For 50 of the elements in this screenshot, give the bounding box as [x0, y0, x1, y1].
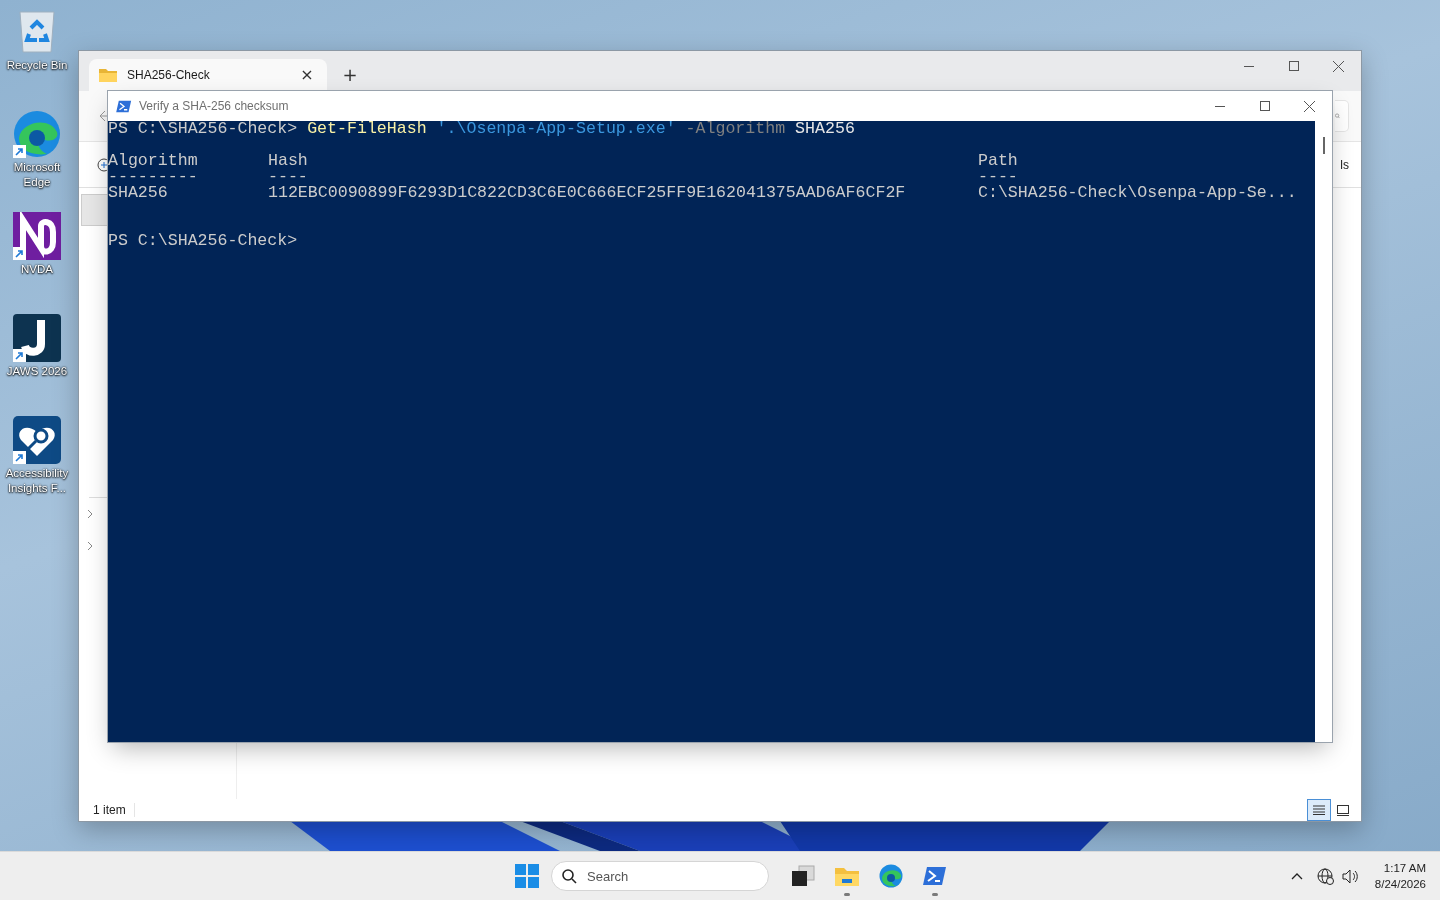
minimize-icon	[1214, 105, 1225, 107]
close-icon	[1333, 60, 1344, 72]
command-line: PS C:\SHA256-Check> Get-FileHash '.\Osenpa-App-Setup.exe' -Algorithm SHA256	[108, 121, 856, 137]
close-icon	[1304, 100, 1315, 112]
speaker-icon[interactable]	[1341, 868, 1359, 884]
maximize-icon	[1288, 61, 1299, 71]
header-underline: ----	[268, 169, 309, 185]
tab-close-button[interactable]: ×	[297, 65, 317, 85]
window-title: Verify a SHA-256 checksum	[139, 99, 289, 113]
taskbar-search-field[interactable]: Search	[587, 868, 737, 884]
taskbar-search-bar[interactable]: Search	[551, 861, 769, 891]
prompt: PS C:\SHA256-Check>	[108, 233, 299, 249]
heart-magnifier-icon	[13, 416, 61, 464]
maximize-icon	[1259, 101, 1270, 111]
item-count: 1 item	[93, 803, 135, 817]
task-view-icon	[791, 865, 815, 887]
new-tab-button[interactable]: +	[335, 59, 365, 91]
globe-icon[interactable]	[1316, 867, 1334, 885]
folder-icon	[834, 865, 860, 887]
output-value: SHA256	[108, 185, 169, 201]
edge-icon	[13, 110, 61, 158]
chevron-up-icon	[1290, 872, 1303, 880]
list-icon	[1313, 805, 1325, 815]
search-icon	[562, 868, 577, 884]
header-underline: ---------	[108, 169, 199, 185]
output-value: 112EBC0090899F6293D1C822CD3C6E0C666ECF25FF9E162041375AAD6AF6CF2F	[268, 185, 907, 201]
powershell-icon	[116, 99, 132, 113]
windows-logo-icon	[515, 864, 539, 888]
toolbar-label[interactable]: ls	[1340, 157, 1349, 172]
clock-date[interactable]: 8/24/2026	[1374, 876, 1426, 892]
column-header: Path	[978, 153, 1019, 169]
tab-title: SHA256-Check	[127, 68, 211, 82]
tile-icon	[1337, 804, 1349, 816]
column-header: Algorithm	[108, 153, 199, 169]
edge-icon	[879, 864, 903, 888]
chevron-right-icon[interactable]	[87, 541, 93, 551]
header-underline: ----	[978, 169, 1018, 185]
details-view-button[interactable]	[1307, 799, 1331, 821]
nav-item[interactable]	[81, 194, 108, 226]
powershell-icon	[923, 866, 947, 886]
column-header: Hash	[268, 153, 309, 169]
folder-icon	[99, 68, 117, 82]
chevron-right-icon[interactable]	[87, 509, 93, 519]
output-value: C:\SHA256-Check\Osenpa-App-Se...	[978, 185, 1298, 201]
search-field[interactable]	[1335, 100, 1349, 132]
folder-tab[interactable]: SHA256-Check ×	[89, 59, 327, 91]
nvda-icon	[13, 212, 61, 260]
jaws-icon	[13, 314, 61, 362]
clock-time[interactable]: 1:17 AM	[1383, 860, 1426, 876]
minimize-icon	[1243, 65, 1254, 67]
